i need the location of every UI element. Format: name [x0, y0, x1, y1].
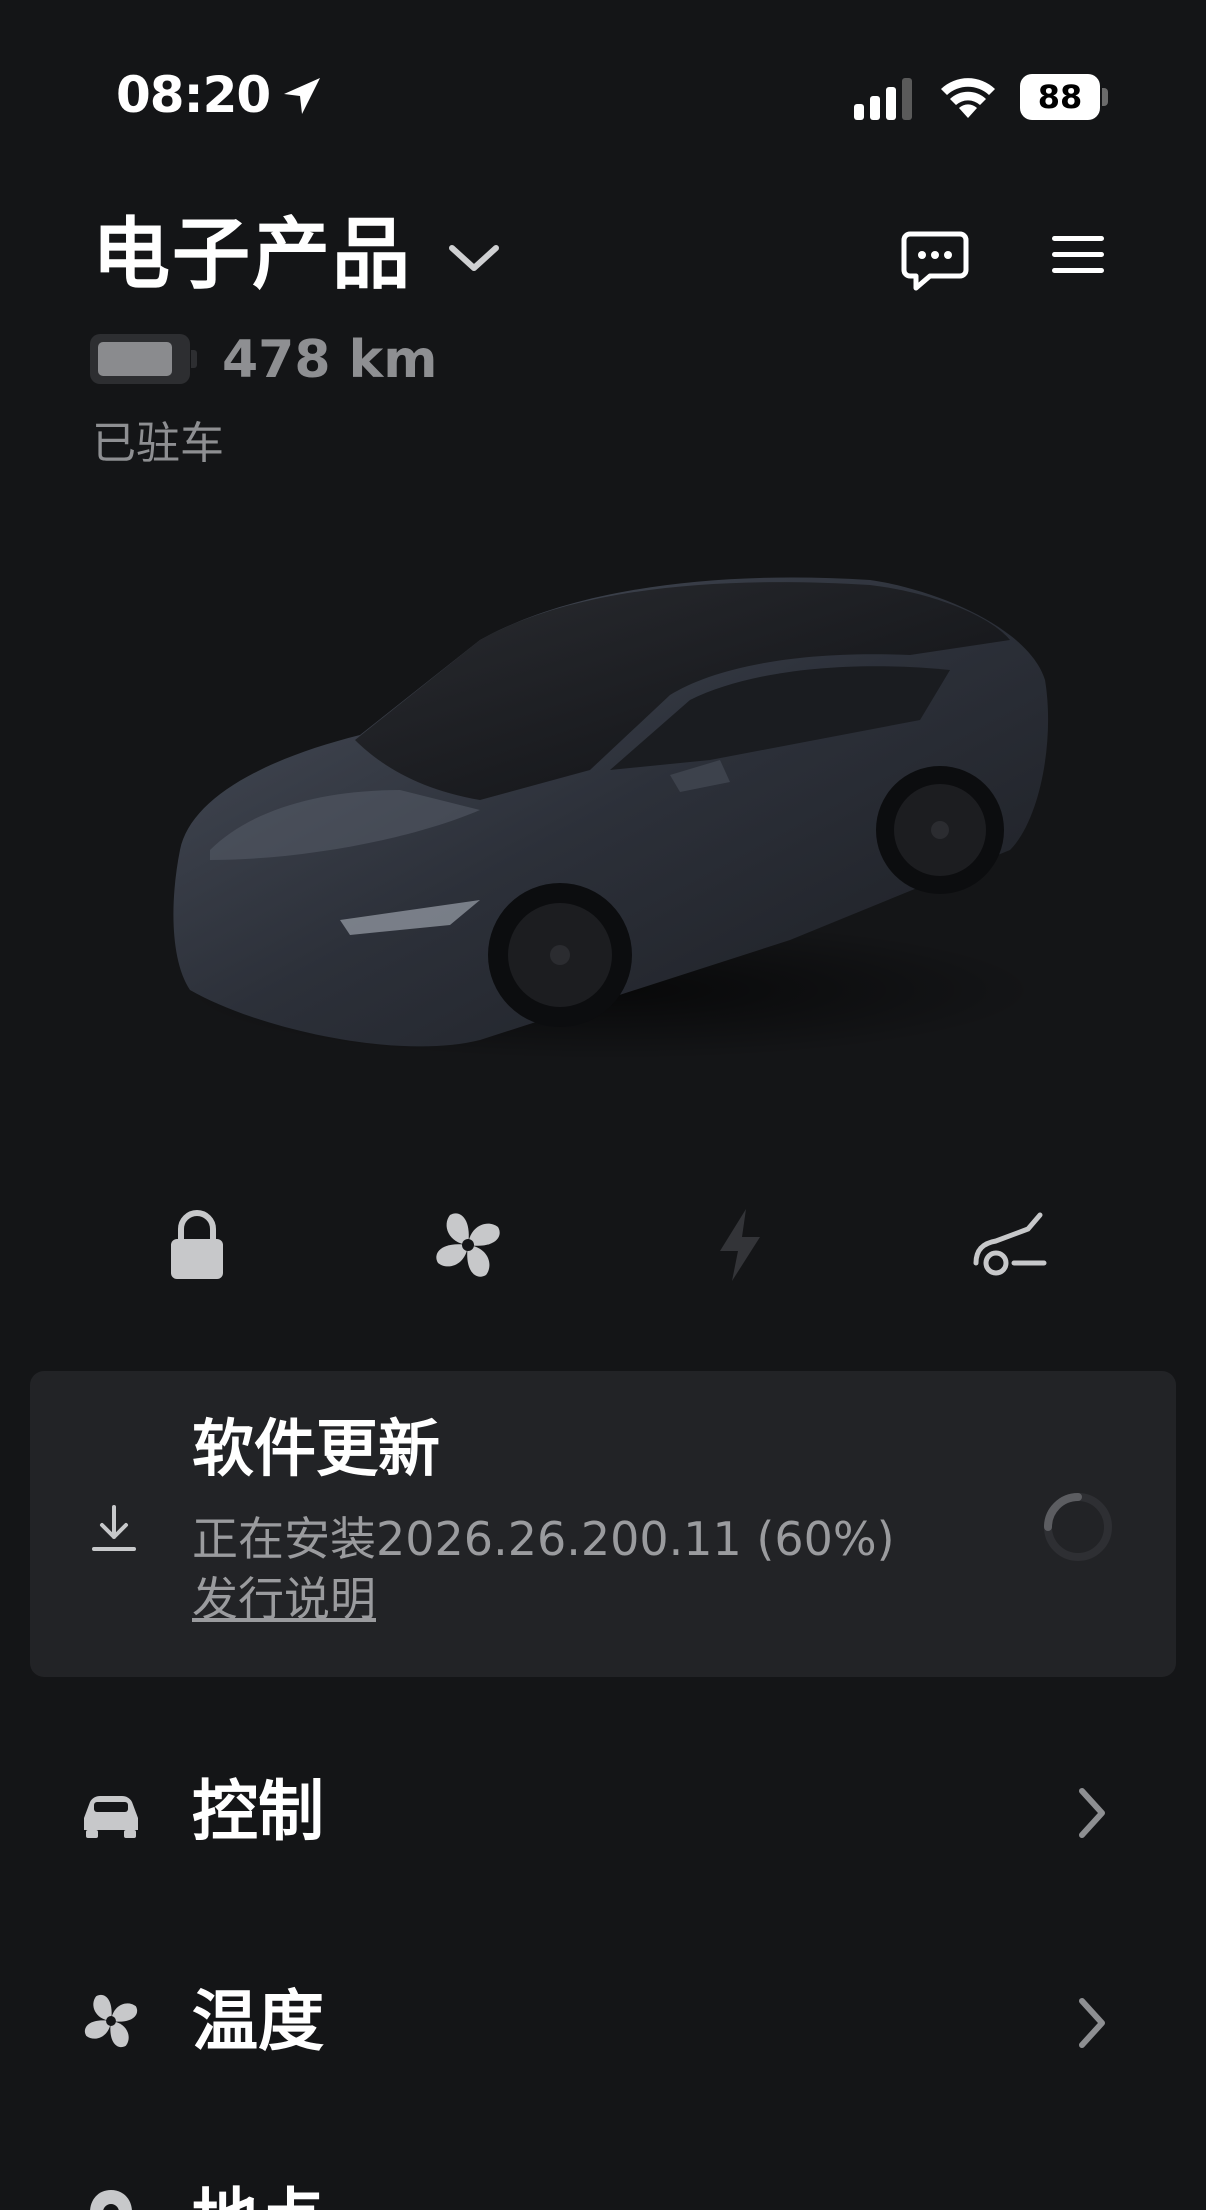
battery-icon: 88 — [1020, 74, 1110, 120]
menu-item-climate[interactable]: 温度 — [0, 1952, 1206, 2092]
cellular-signal-icon — [854, 78, 912, 120]
lock-icon[interactable] — [157, 1205, 237, 1285]
location-arrow-icon — [284, 78, 320, 114]
download-icon — [92, 1505, 136, 1551]
chevron-right-icon — [1079, 1788, 1105, 1838]
status-time: 08:20 — [116, 66, 271, 124]
menu-item-location[interactable]: 地点 — [0, 2150, 1206, 2210]
wifi-icon — [941, 78, 995, 118]
vehicle-name[interactable]: 电子产品 — [92, 205, 412, 305]
battery-percent: 88 — [1020, 74, 1100, 120]
menu-item-label: 控制 — [192, 1773, 324, 1850]
fan-icon — [84, 1994, 138, 2048]
menu-icon[interactable] — [1050, 230, 1106, 280]
chevron-right-icon — [1079, 1998, 1105, 2048]
park-status: 已驻车 — [92, 418, 224, 469]
car-icon — [84, 1796, 138, 1838]
car-image — [173, 577, 1049, 1060]
chevron-down-icon[interactable] — [444, 236, 504, 280]
spinner-icon — [1044, 1493, 1112, 1561]
range-value: 478 km — [222, 330, 438, 390]
trunk-icon[interactable] — [970, 1205, 1050, 1285]
update-status: 正在安装2026.26.200.11 (60%) — [192, 1512, 895, 1566]
lightning-icon[interactable] — [700, 1205, 780, 1285]
menu-item-controls[interactable]: 控制 — [0, 1742, 1206, 1882]
message-icon[interactable] — [900, 228, 970, 292]
location-icon — [90, 2190, 132, 2210]
software-update-card[interactable]: 软件更新 正在安装2026.26.200.11 (60%) 发行说明 — [30, 1371, 1176, 1677]
release-notes-link[interactable]: 发行说明 — [192, 1569, 376, 1629]
update-title: 软件更新 — [192, 1412, 441, 1485]
fan-icon[interactable] — [428, 1205, 508, 1285]
range-battery-icon — [90, 334, 200, 384]
vehicle-home-screen: 08:20 88 电子产品 478 km 已驻车 软件更新 正在安装2026.2… — [0, 0, 1206, 2210]
menu-item-label: 温度 — [192, 1983, 324, 2060]
menu-item-label: 地点 — [192, 2175, 324, 2210]
